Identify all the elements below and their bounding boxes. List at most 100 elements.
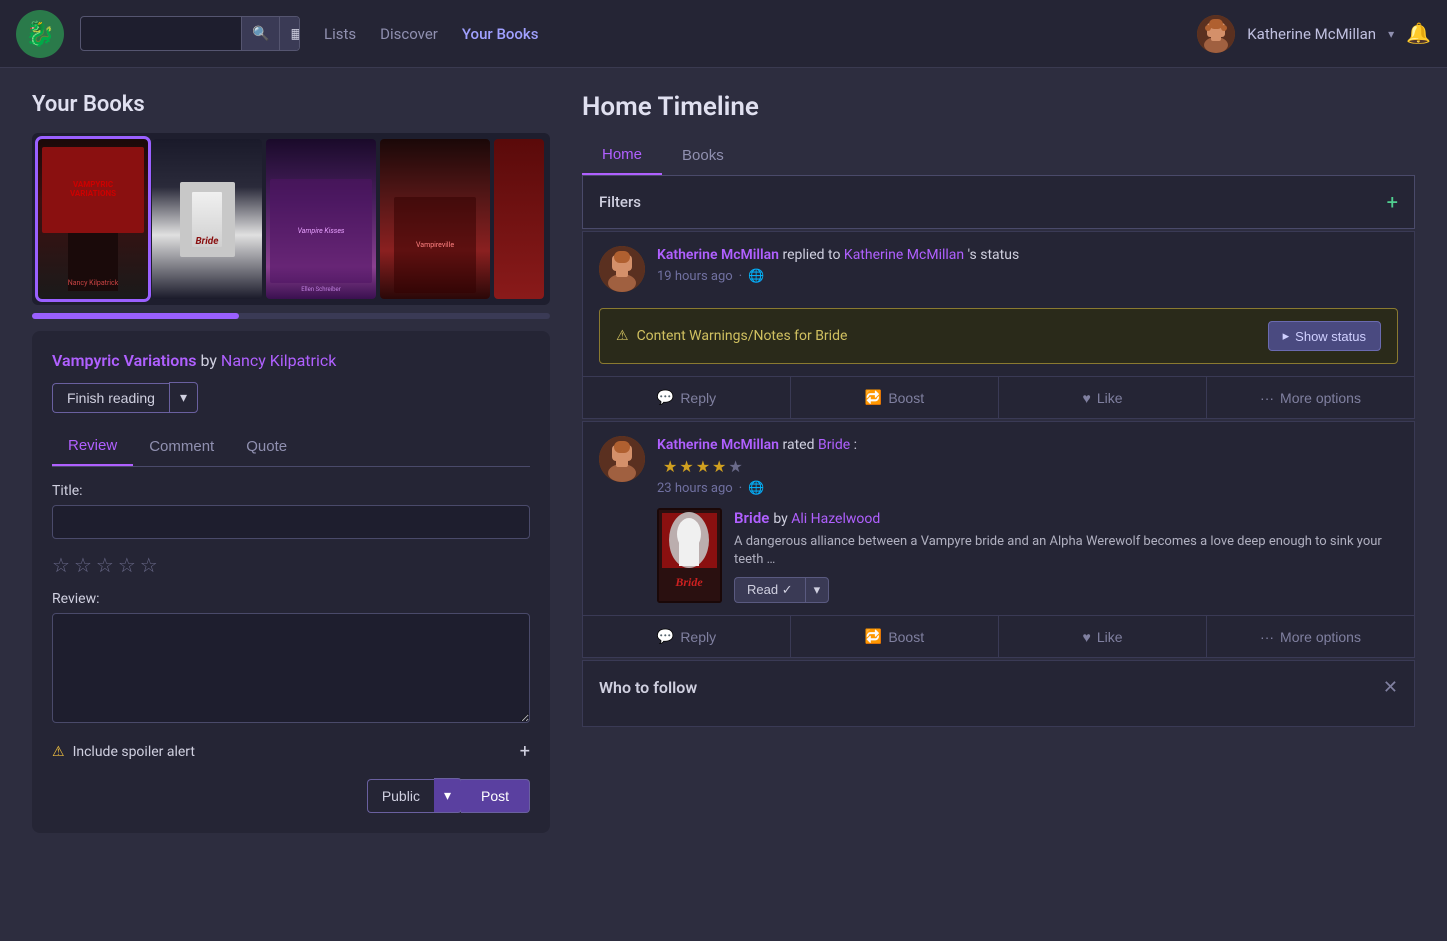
post-2-meta: Katherine McMillan rated Bride : ★ ★ ★ ★…	[657, 436, 1398, 496]
post-2-reply-icon: 💬	[657, 628, 674, 645]
timeline-tabs: Home Books	[582, 138, 1415, 176]
reply-label: Reply	[680, 390, 716, 406]
search-icon: 🔍	[252, 25, 269, 41]
rating-star-3: ★	[696, 456, 710, 478]
book-vamp5[interactable]	[494, 139, 544, 299]
tab-quote[interactable]: Quote	[230, 429, 303, 466]
selected-book-title[interactable]: Vampyric Variations	[52, 351, 197, 370]
tab-home[interactable]: Home	[582, 138, 662, 175]
post-1-author-line: Katherine McMillan replied to Katherine …	[657, 246, 1398, 266]
books-carousel: VAMPYRICVARIATIONS Nancy Kilpatrick Brid…	[32, 133, 550, 305]
book-preview-author[interactable]: Ali Hazelwood	[791, 511, 880, 527]
review-tabs: Review Comment Quote	[52, 429, 530, 467]
nav-links: Lists Discover Your Books	[324, 21, 538, 47]
boost-label: Boost	[888, 390, 924, 406]
read-button[interactable]: Read ✓	[734, 577, 805, 603]
title-label: Title:	[52, 483, 530, 499]
post-2-like-label: Like	[1097, 629, 1123, 645]
tab-review[interactable]: Review	[52, 429, 133, 466]
post-1-author[interactable]: Katherine McMillan	[657, 247, 779, 263]
post-2-avatar[interactable]	[599, 436, 645, 482]
avatar[interactable]	[1197, 15, 1235, 53]
post-2-boost-button[interactable]: 🔁 Boost	[791, 616, 999, 657]
your-books-title: Your Books	[32, 92, 550, 117]
grid-view-button[interactable]: ▦	[279, 17, 300, 50]
post-1-boost-button[interactable]: 🔁 Boost	[791, 377, 999, 418]
review-textarea[interactable]	[52, 613, 530, 723]
timeline-title: Home Timeline	[582, 92, 1415, 122]
post-1-more-button[interactable]: ··· More options	[1207, 377, 1414, 418]
post-1-like-button[interactable]: ♥ Like	[999, 377, 1207, 418]
content-warning-box: ⚠ Content Warnings/Notes for Bride ▸ Sho…	[599, 308, 1398, 364]
star-5[interactable]: ☆	[140, 553, 158, 577]
read-dropdown-button[interactable]: ▾	[805, 577, 830, 603]
star-4[interactable]: ☆	[118, 553, 136, 577]
post-1-globe-icon: 🌐	[748, 269, 764, 284]
post-button[interactable]: Post	[461, 779, 530, 813]
post-1-actions: 💬 Reply 🔁 Boost ♥ Like ··· More options	[583, 376, 1414, 418]
book-preview-image: Bride	[657, 508, 722, 603]
finish-reading-dropdown[interactable]: ▾	[169, 382, 198, 413]
user-name[interactable]: Katherine McMillan	[1247, 25, 1376, 43]
post-2-more-button[interactable]: ··· More options	[1207, 616, 1414, 657]
nav-link-discover[interactable]: Discover	[380, 21, 438, 47]
notifications-button[interactable]: 🔔	[1406, 21, 1431, 46]
search-button[interactable]: 🔍	[241, 17, 279, 50]
app-logo[interactable]: 🐉	[16, 10, 64, 58]
title-input[interactable]	[52, 505, 530, 539]
tab-comment[interactable]: Comment	[133, 429, 230, 466]
star-3[interactable]: ☆	[96, 553, 114, 577]
public-dropdown-button[interactable]: ▾	[434, 778, 462, 813]
star-2[interactable]: ☆	[74, 553, 92, 577]
book-vampire-kisses[interactable]: Vampire Kisses Ellen Schreiber	[266, 139, 376, 299]
nav-link-lists[interactable]: Lists	[324, 21, 356, 47]
user-dropdown-arrow[interactable]: ▾	[1388, 27, 1394, 41]
close-icon: ✕	[1383, 677, 1398, 697]
selected-book-author[interactable]: Nancy Kilpatrick	[221, 351, 336, 370]
filters-add-button[interactable]: +	[1387, 190, 1398, 214]
post-2-target[interactable]: Bride	[818, 437, 850, 453]
show-status-button[interactable]: ▸ Show status	[1268, 321, 1381, 351]
post-2-more-icon: ···	[1260, 629, 1274, 645]
post-1-target[interactable]: Katherine McMillan	[844, 247, 964, 263]
book-vampireville[interactable]: Vampireville	[380, 139, 490, 299]
post-2-boost-label: Boost	[888, 629, 924, 645]
post-2-boost-icon: 🔁	[865, 628, 882, 645]
post-2-actions: 💬 Reply 🔁 Boost ♥ Like ··· More options	[583, 615, 1414, 657]
post-2-author[interactable]: Katherine McMillan	[657, 437, 779, 453]
post-row: Public ▾ Post	[52, 778, 530, 813]
post-2-timestamp: 23 hours ago	[657, 481, 733, 496]
timeline-post-2: Katherine McMillan rated Bride : ★ ★ ★ ★…	[582, 421, 1415, 658]
spoiler-add-button[interactable]: +	[520, 741, 530, 762]
tab-books[interactable]: Books	[662, 138, 744, 175]
search-bar: 🔍 ▦	[80, 16, 300, 51]
post-1-reply-button[interactable]: 💬 Reply	[583, 377, 791, 418]
post-2-reply-label: Reply	[680, 629, 716, 645]
left-panel: Your Books VAMPYRICVARIATIONS Nancy Kilp…	[32, 92, 550, 833]
book-info-section: Vampyric Variations by Nancy Kilpatrick …	[32, 331, 550, 833]
finish-dropdown-arrow: ▾	[180, 389, 187, 405]
search-input[interactable]	[81, 18, 241, 50]
carousel-scrollbar[interactable]	[32, 313, 550, 319]
rating-star-4: ★	[712, 456, 726, 478]
book-bride[interactable]: Bride	[152, 139, 262, 299]
star-1[interactable]: ☆	[52, 553, 70, 577]
book-preview-cover[interactable]: Bride	[657, 508, 722, 603]
who-to-follow-header: Who to follow ✕	[599, 677, 1398, 698]
book-vampyric-variations[interactable]: VAMPYRICVARIATIONS Nancy Kilpatrick	[38, 139, 148, 299]
show-status-label: Show status	[1295, 329, 1366, 344]
post-1-timestamp: 19 hours ago	[657, 269, 733, 284]
post-2-like-button[interactable]: ♥ Like	[999, 616, 1207, 657]
svg-text:Bride: Bride	[674, 575, 703, 589]
post-1-time: 19 hours ago · 🌐	[657, 269, 1398, 284]
nav-link-your-books[interactable]: Your Books	[462, 21, 539, 47]
post-2-globe-icon: 🌐	[748, 481, 764, 496]
title-group: Title:	[52, 483, 530, 539]
post-1-avatar[interactable]	[599, 246, 645, 292]
public-button[interactable]: Public	[367, 779, 434, 813]
post-2-author-line: Katherine McMillan rated Bride : ★ ★ ★ ★…	[657, 436, 1398, 478]
book-preview-title[interactable]: Bride	[734, 509, 769, 527]
post-2-reply-button[interactable]: 💬 Reply	[583, 616, 791, 657]
who-to-follow-close-button[interactable]: ✕	[1383, 677, 1398, 698]
finish-reading-button[interactable]: Finish reading	[52, 383, 169, 413]
